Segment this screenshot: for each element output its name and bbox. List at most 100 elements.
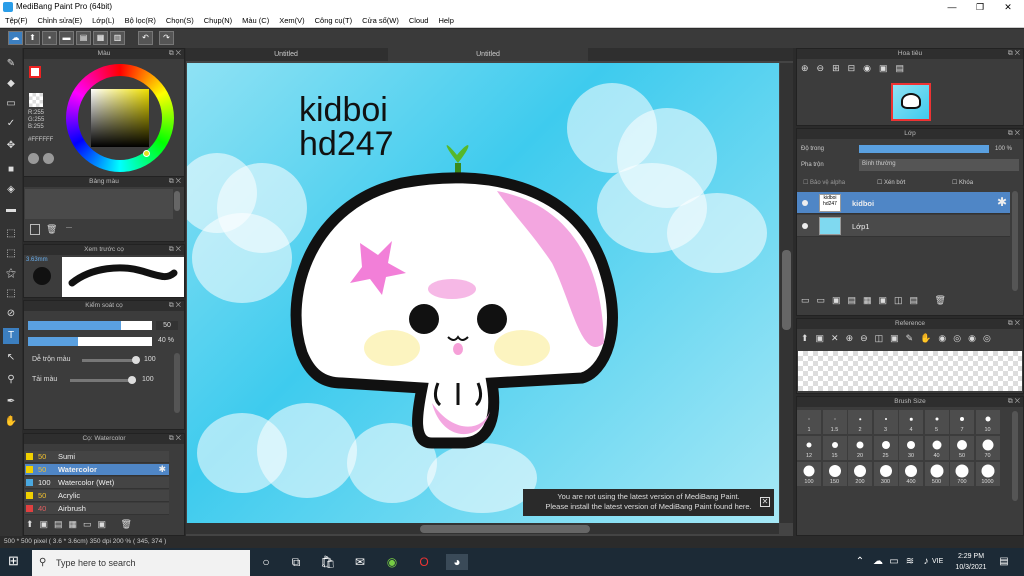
menu-help[interactable]: Help	[433, 14, 458, 25]
vertical-scroll-thumb[interactable]	[782, 250, 791, 330]
brush-size-option[interactable]: 40	[924, 436, 949, 460]
primary-color-swatch[interactable]	[29, 66, 41, 78]
brush-size-option[interactable]: 200	[848, 462, 872, 486]
reference-toolbar[interactable]: ⬆▣✕⊕⊖◫▣✎✋◉◎◉◎	[801, 333, 1021, 347]
windows-start-icon[interactable]: ⊞	[8, 554, 22, 568]
hue-marker[interactable]	[143, 150, 150, 157]
blend-mode-select[interactable]: Bình thường	[859, 159, 1019, 171]
panel-buttons-icon[interactable]: ⧉ ✕	[169, 245, 181, 255]
layer-opacity-slider[interactable]	[859, 145, 989, 153]
panel-icon[interactable]: ▦	[93, 31, 108, 45]
eraser-tool-icon[interactable]: ◆	[3, 76, 19, 92]
clock[interactable]: 2:29 PM 10/3/2021	[952, 551, 990, 573]
brush-size-option[interactable]: 20	[848, 436, 872, 460]
brush-item[interactable]: 50 Acrylic	[25, 490, 169, 502]
brush-size-option[interactable]: 7	[950, 410, 974, 434]
medibang-taskbar-icon[interactable]: ◕	[446, 554, 468, 570]
divide-tool-icon[interactable]: ⊘	[3, 306, 19, 322]
brush-size-option[interactable]: 5	[924, 410, 949, 434]
control-scrollbar[interactable]	[174, 353, 180, 413]
brush-size-option[interactable]: 400	[899, 462, 923, 486]
speech-icon[interactable]: ▬	[59, 31, 74, 45]
brush-size-option[interactable]: 3	[873, 410, 898, 434]
lock-checkbox[interactable]: ☐ Khóa	[952, 179, 973, 186]
menu-snap[interactable]: Chụp(N)	[199, 14, 237, 25]
menu-view[interactable]: Xem(V)	[274, 14, 309, 25]
pen-tool-icon[interactable]: ✒	[3, 394, 19, 410]
menu-filter[interactable]: Bộ lọc(R)	[120, 14, 161, 25]
eyedropper-icon[interactable]: ⚲	[3, 372, 19, 388]
select-tool-icon[interactable]: ⬚	[3, 226, 19, 242]
panel-buttons-icon[interactable]: ⧉ ✕	[169, 49, 181, 59]
redo-icon[interactable]: ↷	[159, 31, 174, 45]
cloud-icon[interactable]: ☁	[8, 31, 23, 45]
store-icon[interactable]: 🛍	[320, 554, 336, 570]
close-button[interactable]: ✕	[994, 0, 1022, 14]
brush-size-option[interactable]: 70	[975, 436, 1000, 460]
page-icon[interactable]: ▤	[76, 31, 91, 45]
operation-tool-icon[interactable]: ↖	[3, 350, 19, 366]
cortana-icon[interactable]: ○	[258, 554, 274, 570]
brush-size-option[interactable]: 100	[797, 462, 821, 486]
fill-rect-tool-icon[interactable]: ■	[3, 162, 19, 178]
move-tool-icon[interactable]: ✥	[3, 138, 19, 154]
minimize-button[interactable]: —	[938, 0, 966, 14]
rect-select-tool-icon[interactable]: ▭	[3, 96, 19, 112]
navigator-toolbar[interactable]: ⊕⊖⊞⊟◉▣▤	[801, 63, 951, 77]
color-mode-icon[interactable]	[28, 153, 39, 164]
palette-area[interactable]	[25, 189, 173, 219]
hand-tool-icon[interactable]: ✋	[3, 414, 19, 430]
layer-row-kidboi[interactable]: kidboi hd247 kidboi ✱	[797, 192, 1010, 214]
brush-size-option[interactable]: 25	[873, 436, 898, 460]
panel-buttons-icon[interactable]: ⧉ ✕	[1008, 319, 1020, 329]
clipping-checkbox[interactable]: ☐ Xén bớt	[877, 179, 905, 186]
tray-chevron-icon[interactable]: ⌃	[852, 554, 868, 570]
taskbar-search-input[interactable]: ⚲ Type here to search	[32, 550, 250, 576]
battery-icon[interactable]: ▭	[886, 554, 902, 570]
opera-icon[interactable]: O	[416, 554, 432, 570]
delete-palette-icon[interactable]: 🗑	[46, 224, 57, 235]
menu-cloud[interactable]: Cloud	[404, 14, 434, 25]
select-pen-icon[interactable]: ⬚	[3, 246, 19, 262]
brush-size-value[interactable]: 50	[156, 321, 178, 330]
brush-size-scrollbar[interactable]	[1012, 411, 1018, 501]
magic-wand-icon[interactable]: ⚝	[3, 266, 19, 282]
brush-item[interactable]: 100 Watercolor (Wet)	[25, 477, 169, 489]
text-tool-icon[interactable]: T	[3, 328, 19, 344]
brush-size-option[interactable]: 1000	[975, 462, 1000, 486]
brush-size-option[interactable]: 2	[848, 410, 872, 434]
blend-slider[interactable]	[82, 356, 140, 364]
tab-untitled-2[interactable]: Untitled	[388, 48, 588, 61]
color-wheel[interactable]	[66, 64, 174, 172]
drawing-canvas[interactable]: kidboi hd247	[187, 63, 779, 523]
panel-buttons-icon[interactable]: ⧉ ✕	[169, 301, 181, 311]
open-icon[interactable]: ⬆	[25, 31, 40, 45]
new-palette-icon[interactable]	[30, 224, 40, 235]
menu-file[interactable]: Tệp(F)	[0, 14, 33, 25]
brush-opacity-slider[interactable]	[28, 337, 152, 346]
reference-image-area[interactable]	[798, 351, 1022, 391]
protect-alpha-checkbox[interactable]: ☐ Bảo vệ alpha	[803, 179, 845, 186]
layer-visibility-icon[interactable]	[802, 200, 808, 206]
panel-buttons-icon[interactable]: ⧉ ✕	[169, 177, 181, 187]
language-indicator[interactable]: VIE	[932, 558, 943, 565]
menu-tools[interactable]: Công cụ(T)	[310, 14, 358, 25]
brush-size-option[interactable]: 1.5	[822, 410, 847, 434]
lasso-tool-icon[interactable]: ✓	[3, 116, 19, 132]
select-erase-icon[interactable]: ⬚	[3, 286, 19, 302]
brush-size-option[interactable]: 1	[797, 410, 821, 434]
maximize-button[interactable]: ❐	[966, 0, 994, 14]
brush-size-option[interactable]: 700	[950, 462, 974, 486]
gradient-tool-icon[interactable]: ▬	[3, 202, 19, 218]
cloud-tray-icon[interactable]: ☁	[870, 554, 886, 570]
layers-scrollbar[interactable]	[1012, 191, 1018, 291]
update-notice[interactable]: You are not using the latest version of …	[523, 489, 774, 516]
brush-size-option[interactable]: 15	[822, 436, 847, 460]
menu-edit[interactable]: Chỉnh sửa(E)	[33, 14, 88, 25]
color-picker-icon[interactable]	[43, 153, 54, 164]
brush-item[interactable]: 40 Airbrush	[25, 503, 169, 515]
load-slider[interactable]	[70, 376, 136, 384]
panel-buttons-icon[interactable]: ⧉ ✕	[1008, 397, 1020, 407]
undo-icon[interactable]: ↶	[138, 31, 153, 45]
mail-icon[interactable]: ✉	[352, 554, 368, 570]
